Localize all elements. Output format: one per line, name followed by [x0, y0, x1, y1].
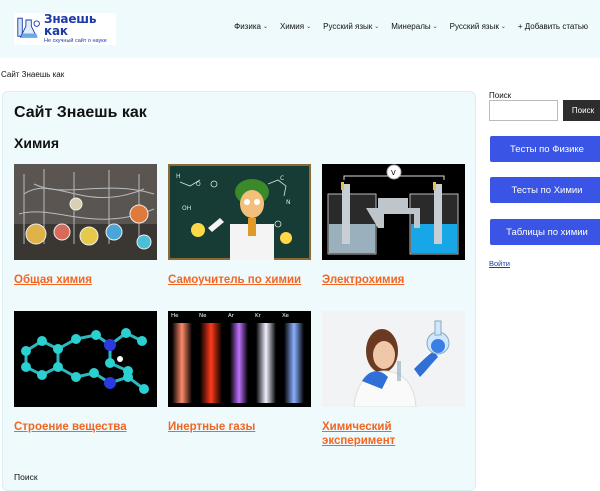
nav-label: Русский язык [449, 22, 499, 31]
site-header: Знаешь как Не скучный сайт о науке Физик… [0, 0, 600, 58]
chemistry-tests-button[interactable]: Тесты по Химии [490, 177, 600, 203]
article-card: Общая химия [14, 164, 157, 287]
chevron-down-icon: ⌄ [432, 24, 438, 30]
nav-label: + Добавить статью [517, 22, 588, 31]
nav-label: Минералы [391, 22, 431, 31]
main-content: Сайт Знаешь как Химия Общая химия H O C … [2, 91, 476, 491]
article-link[interactable]: Инертные газы [168, 420, 311, 434]
nav-item-russian[interactable]: Русский язык ⌄ [317, 22, 385, 31]
nav-item-physics[interactable]: Физика ⌄ [228, 22, 274, 31]
glassware-image[interactable] [14, 164, 157, 260]
article-link[interactable]: Электрохимия [322, 273, 465, 287]
nav-label: Химия [279, 22, 305, 31]
svg-text:V: V [391, 169, 396, 177]
physics-tests-button[interactable]: Тесты по Физике [490, 136, 600, 162]
molecule-image[interactable] [14, 311, 157, 407]
chemist-experiment-image[interactable] [322, 311, 465, 407]
sidebar-search-label: Поиск [489, 91, 512, 100]
svg-text:C: C [280, 175, 284, 182]
nav-item-chemistry[interactable]: Химия ⌄ [274, 22, 317, 31]
search-label: Поиск [14, 472, 38, 482]
article-card: Строение вещества [14, 311, 157, 434]
search-button[interactable]: Поиск [563, 100, 600, 121]
nav-item-russian-2[interactable]: Русский язык ⌄ [444, 22, 512, 31]
chevron-down-icon: ⌄ [374, 24, 380, 30]
logo-subtitle: Не скучный сайт о науке [44, 38, 107, 45]
login-link[interactable]: Войти [489, 259, 510, 268]
article-card: V Электрохимия [322, 164, 465, 287]
logo-title: Знаешь как [44, 12, 97, 39]
nav-item-add-article[interactable]: + Добавить статью [512, 22, 594, 31]
chevron-down-icon: ⌄ [500, 24, 506, 30]
section-title: Химия [14, 135, 60, 151]
nav-item-minerals[interactable]: Минералы ⌄ [385, 22, 443, 31]
svg-text:Ar: Ar [228, 313, 235, 319]
scientist-cartoon-image[interactable]: HOC NOH [168, 164, 311, 260]
svg-text:Kr: Kr [255, 313, 262, 319]
noble-gas-tubes-image[interactable]: He Ne Ar Kr Xe [168, 311, 311, 407]
chevron-down-icon: ⌄ [262, 24, 268, 30]
svg-text:OH: OH [182, 205, 191, 212]
article-card: HOC N OH Самоучитель по химии [168, 164, 311, 287]
flask-logo-icon [17, 17, 40, 38]
article-link[interactable]: Строение вещества [14, 420, 157, 434]
main-nav: Физика ⌄ Химия ⌄ Русский язык ⌄ Минералы… [228, 22, 594, 31]
article-link[interactable]: Общая химия [14, 273, 157, 287]
site-logo[interactable]: Знаешь как Не скучный сайт о науке [14, 13, 116, 45]
article-card: Химический эксперимент [322, 311, 465, 448]
breadcrumb[interactable]: Сайт Знаешь как [1, 70, 64, 79]
article-link[interactable]: Химический эксперимент [322, 420, 465, 448]
svg-text:H: H [176, 173, 181, 180]
chemistry-tables-button[interactable]: Таблицы по химии [490, 219, 600, 245]
svg-text:N: N [286, 199, 291, 206]
svg-text:Xe: Xe [282, 313, 290, 319]
nav-label: Физика [234, 22, 261, 31]
page-title: Сайт Знаешь как [14, 104, 147, 121]
nav-label: Русский язык [323, 22, 373, 31]
search-input[interactable] [489, 100, 558, 121]
electrolysis-image[interactable]: V [322, 164, 465, 260]
svg-text:Ne: Ne [199, 313, 207, 319]
svg-text:He: He [171, 313, 179, 319]
chevron-down-icon: ⌄ [306, 24, 312, 30]
article-card: He Ne Ar Kr Xe Инертные газы [168, 311, 311, 434]
article-link[interactable]: Самоучитель по химии [168, 273, 311, 287]
